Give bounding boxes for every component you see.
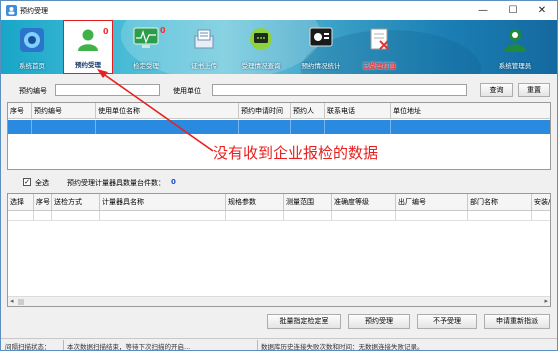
reservation-table-header: 序号 预约编号 使用单位名称 预约申请时间 预约人 联系电话 单位地址: [8, 103, 550, 119]
scan-status-text: 本次数据扫描结束，等待下次扫描的开启...: [67, 343, 191, 351]
table-row[interactable]: [8, 211, 550, 221]
db-status-text: 数据库历史连接失败次数和时间：无数据连接失败记录。: [261, 343, 424, 351]
table-row-selected[interactable]: [8, 120, 550, 134]
reject-button[interactable]: 不予受理: [417, 314, 477, 329]
scroll-right-icon[interactable]: ▸: [544, 297, 548, 305]
toolbar-certificate-upload[interactable]: 证书上传: [179, 20, 229, 74]
toolbar-home[interactable]: 系统首页: [7, 20, 57, 74]
unit-label: 使用单位: [173, 87, 201, 95]
maximize-button[interactable]: ☐: [498, 1, 528, 20]
toolbar-verification-accept[interactable]: 0 检定受理: [121, 20, 171, 74]
col-phone[interactable]: 联系电话: [325, 103, 391, 119]
stats-icon: [309, 27, 333, 47]
reset-button[interactable]: 重置: [518, 83, 550, 97]
col-index[interactable]: 序号: [8, 103, 32, 119]
col-factory-no[interactable]: 出厂编号: [396, 194, 468, 211]
main-toolbar: 系统首页 0 预约受理 0 检定受理 证书上传 受理情况查询 预约情况统计 已受…: [1, 20, 557, 74]
accept-reservation-button[interactable]: 预约受理: [348, 314, 410, 329]
unit-input[interactable]: [212, 84, 467, 96]
col-instrument-name[interactable]: 计量器具名称: [100, 194, 226, 211]
query-button[interactable]: 查询: [480, 83, 513, 97]
close-button[interactable]: ✕: [527, 1, 557, 20]
toolbar-admin[interactable]: 系统管理员: [487, 20, 543, 74]
scan-status-label: 间隔扫描状态：: [5, 343, 51, 351]
col-address[interactable]: 单位地址: [391, 103, 550, 119]
toolbar-upload-label: 证书上传: [191, 62, 217, 70]
col-accuracy[interactable]: 准确度等级: [332, 194, 396, 211]
scroll-left-icon[interactable]: ◂: [10, 297, 14, 305]
select-all-label: 全选: [35, 179, 49, 187]
selection-bar: ✓ 全选 预约受理计量器具数量台件数： 0: [1, 174, 557, 190]
search-bar: 预约编号 使用单位 查询 重置: [1, 81, 557, 99]
window-title: 预约受理: [20, 7, 48, 15]
status-bar: 间隔扫描状态： 本次数据扫描结束，等待下次扫描的开启... 数据库历史连接失败次…: [1, 338, 557, 351]
device-count-label: 预约受理计量器具数量台件数：: [67, 179, 165, 187]
reservation-no-input[interactable]: [55, 84, 160, 96]
col-select[interactable]: 选择: [8, 194, 34, 211]
home-icon: [20, 28, 44, 52]
chat-icon: [250, 28, 272, 50]
toolbar-accept-query[interactable]: 受理情况查询: [233, 20, 289, 74]
col-seq[interactable]: 序号: [34, 194, 52, 211]
col-unit-name[interactable]: 使用单位名称: [96, 103, 239, 119]
return-icon: [370, 28, 389, 50]
col-reservation-no[interactable]: 预约编号: [32, 103, 96, 119]
scroll-thumb[interactable]: [18, 299, 24, 305]
minimize-button[interactable]: —: [468, 1, 498, 20]
col-send-method[interactable]: 送检方式: [52, 194, 100, 211]
upload-icon: [194, 29, 214, 49]
toolbar-reservation-accept[interactable]: 0 预约受理: [63, 20, 113, 74]
col-range[interactable]: 测量范围: [284, 194, 332, 211]
batch-assign-button[interactable]: 批量指定检定室: [267, 314, 341, 329]
toolbar-reservation-label: 预约受理: [75, 61, 101, 69]
monitor-icon: [133, 27, 159, 48]
app-window: 预约受理 — ☐ ✕ 系统首页 0 预约受理 0 检定受理 证书上传 受理情况查…: [0, 0, 558, 351]
device-count-value: 0: [171, 178, 176, 186]
toolbar-stats-label: 预约情况统计: [301, 62, 341, 70]
col-spec[interactable]: 规格参数: [226, 194, 284, 211]
select-all-checkbox[interactable]: ✓: [23, 178, 31, 186]
reservation-badge: 0: [103, 27, 109, 36]
col-department[interactable]: 部门名称: [468, 194, 532, 211]
col-install[interactable]: 安装/: [532, 194, 550, 211]
person-icon: [78, 29, 98, 51]
annotation-message: 没有收到企业报检的数据: [213, 144, 379, 162]
toolbar-admin-label: 系统管理员: [498, 62, 532, 70]
device-table: 选择 序号 送检方式 计量器具名称 规格参数 测量范围 准确度等级 出厂编号 部…: [7, 193, 551, 307]
app-icon: [6, 5, 17, 16]
request-reassign-button[interactable]: 申请重新指派: [484, 314, 550, 329]
verification-badge: 0: [160, 26, 166, 35]
col-applicant[interactable]: 预约人: [291, 103, 325, 119]
toolbar-returned[interactable]: 已受理打回: [353, 20, 405, 74]
admin-icon: [504, 29, 526, 52]
device-table-header: 选择 序号 送检方式 计量器具名称 规格参数 测量范围 准确度等级 出厂编号 部…: [8, 194, 550, 211]
title-bar: 预约受理 — ☐ ✕: [1, 1, 557, 20]
horizontal-scrollbar[interactable]: ◂ ▸: [8, 296, 550, 306]
toolbar-reservation-stats[interactable]: 预约情况统计: [291, 20, 351, 74]
toolbar-verification-label: 检定受理: [133, 62, 159, 70]
col-apply-time[interactable]: 预约申请时间: [239, 103, 291, 119]
reservation-no-label: 预约编号: [19, 87, 47, 95]
toolbar-returned-label: 已受理打回: [362, 62, 396, 70]
toolbar-home-label: 系统首页: [19, 62, 45, 70]
toolbar-query-label: 受理情况查询: [241, 62, 281, 70]
